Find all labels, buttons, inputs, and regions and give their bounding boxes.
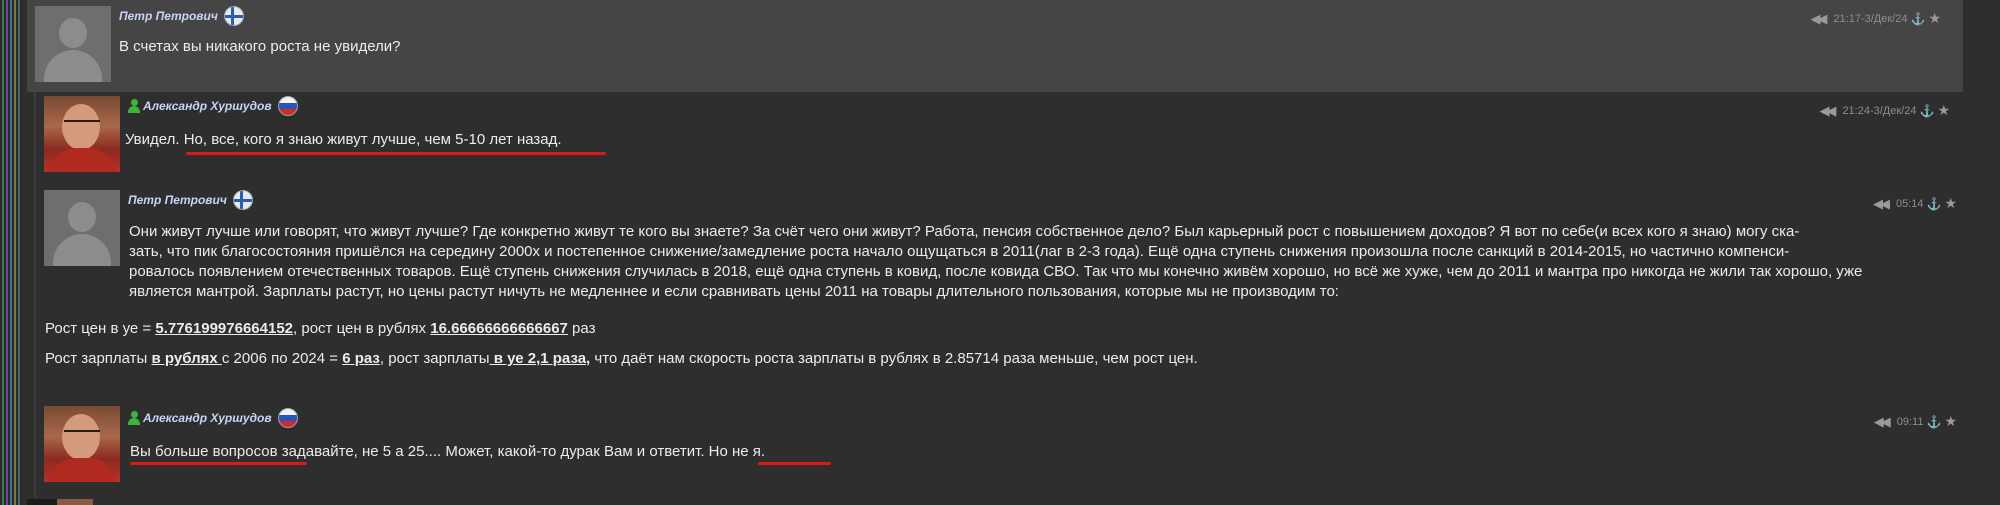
reply-icon[interactable]: ◀◀	[1874, 414, 1891, 430]
avatar-default[interactable]	[35, 6, 111, 82]
price-usd-value: 5.776199976664152	[155, 320, 294, 337]
post-timestamp[interactable]: 05:14	[1896, 198, 1924, 210]
star-icon[interactable]: ★	[1944, 195, 1957, 212]
text-fragment: с 2006 по 2024 =	[221, 350, 343, 367]
post-timestamp[interactable]: 09:11	[1897, 416, 1924, 428]
post-text: В счетах вы никакого роста не увидели?	[119, 38, 401, 55]
author-name[interactable]: Петр Петрович	[119, 9, 218, 23]
left-edge-stripes	[0, 0, 22, 505]
author-name[interactable]: Александр Хуршудов	[143, 411, 272, 425]
text-line: зать, что пик благосостояния пришёлся на…	[129, 243, 1790, 260]
salary-rub-label: в рублях	[151, 350, 222, 367]
salary-line: Рост зарплаты в рублях с 2006 по 2024 = …	[45, 349, 1198, 369]
price-line: Рост цен в уе = 5.776199976664152, рост …	[45, 319, 595, 339]
highlighted-text: Но, все, кого я знаю живут лучше, чем 5-…	[183, 131, 562, 148]
post-text: Увидел. Но, все, кого я знаю живут лучше…	[125, 130, 562, 150]
post-timestamp[interactable]: 21:17-3/Дек/24	[1833, 13, 1907, 25]
star-icon[interactable]: ★	[1928, 10, 1941, 27]
avatar-default[interactable]	[44, 190, 120, 266]
reply-icon[interactable]: ◀◀	[1819, 103, 1836, 119]
next-post-avatar-edge	[27, 499, 93, 505]
highlighted-text: Но не я.	[708, 443, 766, 460]
post-text-start: Увидел.	[125, 131, 184, 148]
comment-post: Петр Петрович ◀◀ 05:14 ⚓ ★ Они живут луч…	[34, 180, 1965, 390]
avatar-photo[interactable]	[44, 96, 120, 172]
red-underline-annotation	[130, 462, 307, 465]
anchor-link-icon[interactable]: ⚓	[1910, 12, 1925, 26]
text-fragment: Рост зарплаты	[45, 350, 152, 367]
reply-icon[interactable]: ◀◀	[1873, 196, 1890, 212]
anchor-link-icon[interactable]: ⚓	[1926, 415, 1941, 429]
text-fragment: , рост зарплаты	[379, 350, 490, 367]
author-name[interactable]: Александр Хуршудов	[143, 99, 272, 113]
text-fragment: , рост цен в рублях	[293, 320, 431, 337]
red-underline-annotation	[758, 462, 831, 465]
comment-post: Петр Петрович ◀◀ 21:17-3/Дек/24 ⚓ ★ В сч…	[27, 0, 1963, 92]
highlighted-text: Вы больше вопросов	[130, 443, 278, 460]
comment-post: Александр Хуршудов ◀◀ 21:24-3/Дек/24 ⚓ ★…	[34, 92, 1965, 180]
text-fragment: раз	[567, 320, 596, 337]
text-fragment: что даёт нам скорость роста зарплаты в р…	[590, 350, 1198, 367]
reply-icon[interactable]: ◀◀	[1810, 11, 1827, 27]
comment-post: Александр Хуршудов ◀◀ 09:11 ⚓ ★ Вы больш…	[34, 390, 1965, 498]
russia-flag-icon	[277, 408, 298, 428]
star-icon[interactable]: ★	[1937, 102, 1950, 119]
author-name[interactable]: Петр Петрович	[128, 193, 227, 207]
salary-usd-value: в уе 2,1 раза,	[489, 350, 591, 367]
post-text: Они живут лучше или говорят, что живут л…	[129, 222, 1959, 302]
text-line: Они живут лучше или говорят, что живут л…	[129, 223, 1800, 240]
anchor-link-icon[interactable]: ⚓	[1919, 104, 1934, 118]
anchor-link-icon[interactable]: ⚓	[1926, 197, 1941, 211]
text-line: является мантрой. Зарплаты растут, но це…	[129, 283, 1339, 300]
red-underline-annotation	[186, 152, 606, 155]
price-rub-value: 16.66666666666667	[430, 320, 568, 337]
russia-flag-icon	[277, 96, 298, 116]
star-icon[interactable]: ★	[1944, 413, 1957, 430]
salary-rub-value: 6 раз	[342, 350, 380, 367]
online-user-icon	[128, 411, 140, 425]
text-fragment: Рост цен в уе =	[45, 320, 156, 337]
text-line: ровалось появлением отечественных товаро…	[129, 263, 1863, 280]
post-timestamp[interactable]: 21:24-3/Дек/24	[1842, 105, 1916, 117]
post-text-middle: задавайте, не 5 а 25.... Может, какой-то…	[277, 443, 709, 460]
finland-flag-icon	[232, 190, 253, 210]
avatar-photo[interactable]	[44, 406, 120, 482]
post-text: Вы больше вопросов задавайте, не 5 а 25.…	[130, 442, 765, 462]
finland-flag-icon	[223, 6, 244, 26]
online-user-icon	[128, 99, 140, 113]
